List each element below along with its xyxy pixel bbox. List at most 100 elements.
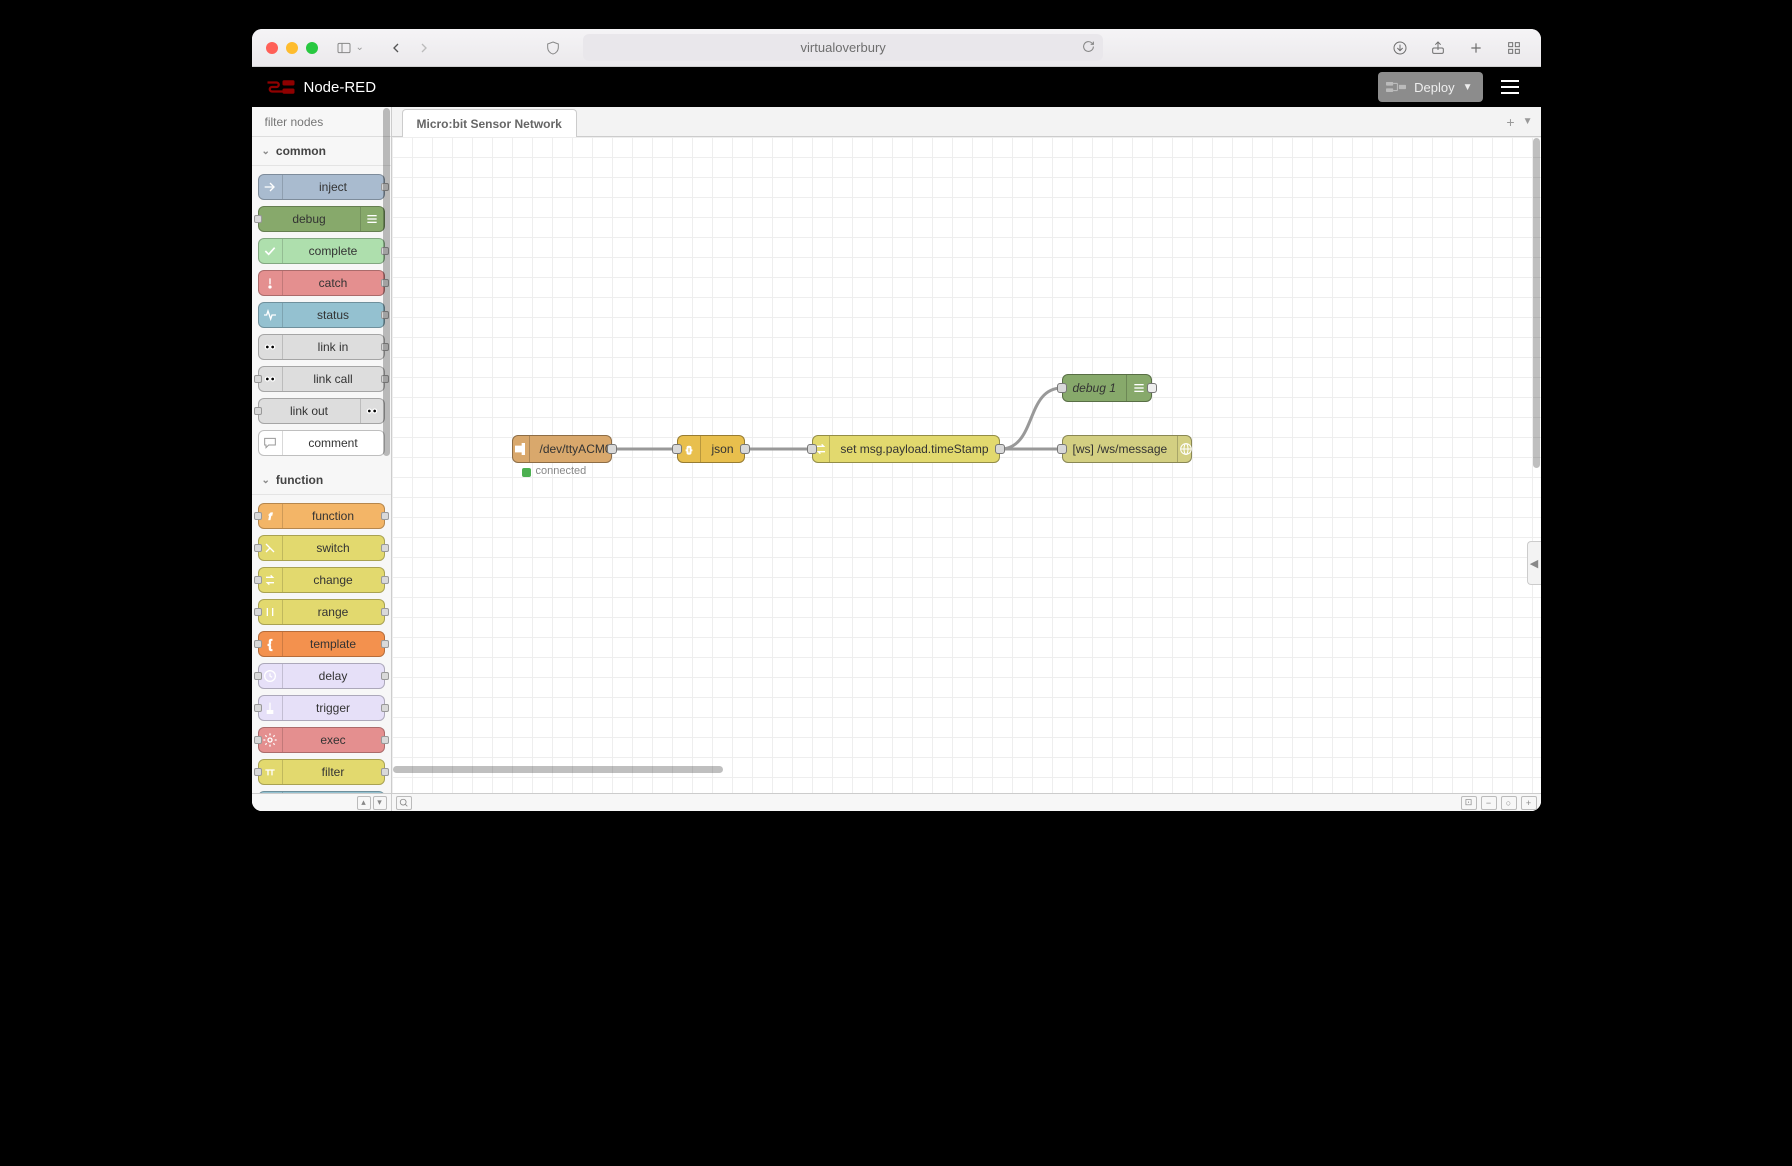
zoom-reset-button[interactable]: ○ [1501, 796, 1517, 810]
port-out[interactable] [740, 444, 750, 454]
footer-search-button[interactable] [396, 796, 412, 810]
tab-bar: Micro:bit Sensor Network + ▼ [392, 107, 1541, 137]
zoom-fit-button[interactable]: ⊡ [1461, 796, 1477, 810]
flow-node-debug[interactable]: debug 1 [1062, 374, 1152, 402]
palette-node-filter[interactable]: filter [258, 759, 385, 785]
port-in[interactable] [807, 444, 817, 454]
check-icon [259, 239, 283, 263]
comment-icon [259, 431, 283, 455]
deactivated-port[interactable] [1147, 383, 1157, 393]
download-icon[interactable] [1388, 36, 1412, 60]
palette-node-debug[interactable]: debug [258, 206, 385, 232]
tab-label: Micro:bit Sensor Network [417, 117, 562, 131]
port-in [254, 736, 262, 744]
window-minimize-icon[interactable] [286, 42, 298, 54]
svg-text:{: { [268, 637, 272, 651]
canvas-vertical-scrollbar[interactable] [1533, 138, 1540, 468]
deploy-button[interactable]: Deploy ▼ [1378, 72, 1482, 102]
palette-node-switch[interactable]: switch [258, 535, 385, 561]
window-zoom-icon[interactable] [306, 42, 318, 54]
reload-icon[interactable] [1082, 40, 1095, 56]
palette-node-label: template [283, 637, 384, 651]
tab-overview-icon[interactable] [1502, 36, 1526, 60]
palette-expand-button[interactable]: ▾ [373, 796, 387, 810]
palette-scrollbar[interactable] [383, 108, 390, 456]
port-out[interactable] [607, 444, 617, 454]
filter-input[interactable] [265, 115, 392, 129]
canvas[interactable]: /dev/ttyACM0connected{}jsonset msg.paylo… [392, 137, 1541, 793]
deploy-label: Deploy [1414, 80, 1454, 95]
port-out [381, 672, 389, 680]
palette-node-label: exec [283, 733, 384, 747]
link-icon [259, 367, 283, 391]
bars-icon [360, 207, 384, 231]
zoom-in-button[interactable]: + [1521, 796, 1537, 810]
palette-node-label: link out [259, 404, 360, 418]
forward-button[interactable] [412, 36, 436, 60]
zoom-out-button[interactable]: − [1481, 796, 1497, 810]
tab-menu-button[interactable]: ▼ [1523, 116, 1533, 127]
pulse-icon [259, 303, 283, 327]
port-in [254, 215, 262, 223]
flow-node-ws[interactable]: [ws] /ws/message [1062, 435, 1192, 463]
palette-node-trigger[interactable]: trigger [258, 695, 385, 721]
palette-node-label: comment [283, 436, 384, 450]
shield-icon[interactable] [541, 36, 565, 60]
port-out [381, 768, 389, 776]
palette-node-label: change [283, 573, 384, 587]
port-in[interactable] [672, 444, 682, 454]
sidebar-toggle[interactable]: ◀ [1527, 541, 1541, 585]
palette-node-range[interactable]: range [258, 599, 385, 625]
palette-node-inject[interactable]: inject [258, 174, 385, 200]
port-out [381, 512, 389, 520]
flow-node-change[interactable]: set msg.payload.timeStamp [812, 435, 1000, 463]
trigger-icon [259, 696, 283, 720]
palette-node-link-in[interactable]: link in [258, 334, 385, 360]
palette-node-status[interactable]: status [258, 302, 385, 328]
port-in [254, 704, 262, 712]
clock-icon [259, 664, 283, 688]
port-in [254, 375, 262, 383]
back-button[interactable] [384, 36, 408, 60]
switch-icon [259, 536, 283, 560]
category-common[interactable]: ⌄common [252, 137, 391, 166]
palette-node-function[interactable]: ffunction [258, 503, 385, 529]
tab-group-button[interactable]: ⌄ [332, 36, 364, 60]
palette-node-change[interactable]: change [258, 567, 385, 593]
port-out [381, 576, 389, 584]
node-red-icon [266, 78, 296, 96]
palette-node-complete[interactable]: complete [258, 238, 385, 264]
tab-flow[interactable]: Micro:bit Sensor Network [402, 109, 577, 137]
arrow-right-icon [259, 175, 283, 199]
palette-node-link-call[interactable]: link call [258, 366, 385, 392]
palette-collapse-button[interactable]: ▴ [357, 796, 371, 810]
hamburger-menu-button[interactable] [1493, 72, 1527, 102]
add-tab-button[interactable]: + [1506, 114, 1514, 130]
category-function[interactable]: ⌄function [252, 466, 391, 495]
palette-node-exec[interactable]: exec [258, 727, 385, 753]
palette-node-comment[interactable]: comment [258, 430, 385, 456]
new-tab-icon[interactable] [1464, 36, 1488, 60]
port-out[interactable] [995, 444, 1005, 454]
palette-node-delay[interactable]: delay [258, 663, 385, 689]
palette-node-join---wait[interactable]: join - wait [258, 791, 385, 793]
filter-nodes[interactable] [252, 107, 391, 137]
traffic-lights [266, 42, 318, 54]
palette-node-template[interactable]: { template [258, 631, 385, 657]
url-bar[interactable]: virtualoverbury [583, 34, 1103, 61]
app-title: Node-RED [304, 79, 377, 96]
share-icon[interactable] [1426, 36, 1450, 60]
flow-node-serial[interactable]: /dev/ttyACM0 [512, 435, 612, 463]
palette-node-catch[interactable]: catch [258, 270, 385, 296]
port-in[interactable] [1057, 383, 1067, 393]
port-in[interactable] [1057, 444, 1067, 454]
flow-node-json[interactable]: {}json [677, 435, 745, 463]
palette-node-link-out[interactable]: link out [258, 398, 385, 424]
excl-icon [259, 271, 283, 295]
port-in [254, 576, 262, 584]
palette-node-label: range [283, 605, 384, 619]
nav-arrows [384, 36, 436, 60]
window-close-icon[interactable] [266, 42, 278, 54]
canvas-horizontal-scrollbar[interactable] [393, 766, 723, 773]
svg-text:{}: {} [686, 444, 692, 454]
